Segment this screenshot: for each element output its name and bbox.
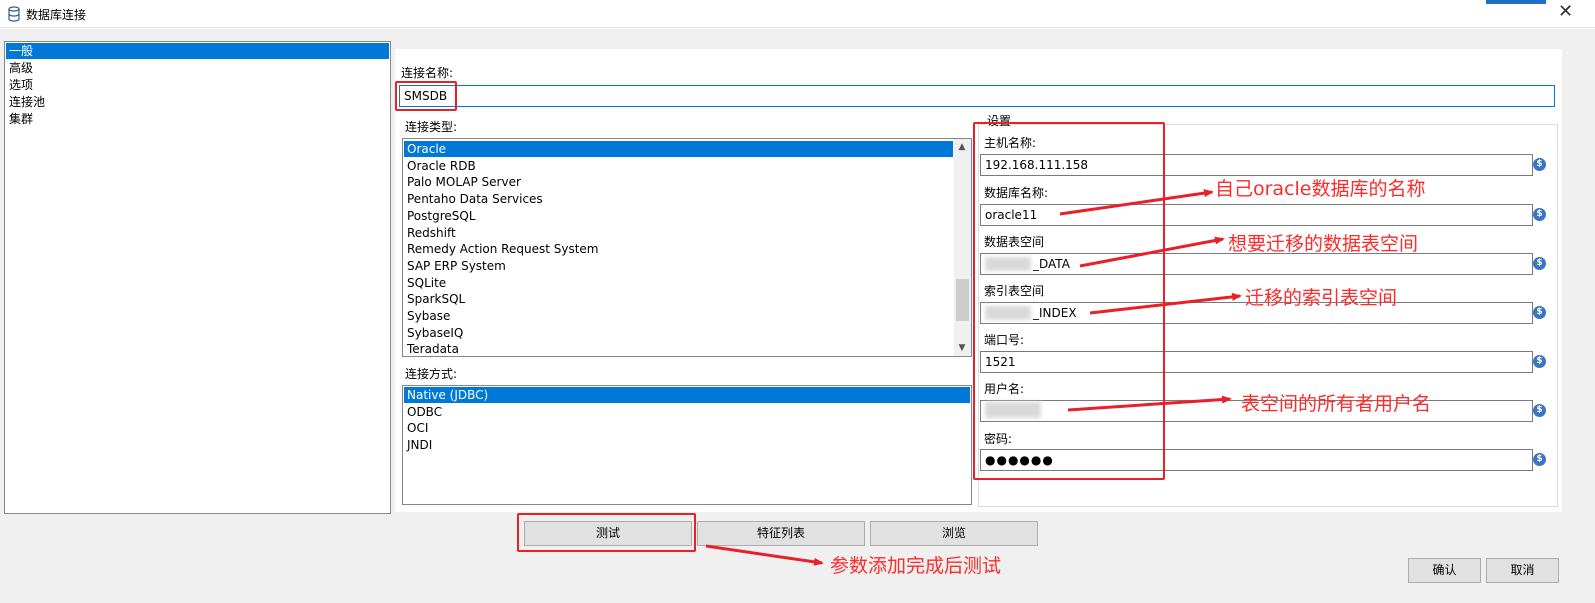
- arrow-owner: [1067, 395, 1232, 412]
- annotation-index-tablespace: 迁移的索引表空间: [1245, 287, 1398, 309]
- annotation-db-name: 自己oracle数据库的名称: [1215, 178, 1426, 200]
- arrow-db-name: [1059, 189, 1214, 216]
- annotation-data-tablespace: 想要迁移的数据表空间: [1228, 233, 1419, 255]
- arrow-test: [705, 544, 824, 566]
- arrow-index-tablespace: [1089, 292, 1242, 315]
- annotation-owner: 表空间的所有者用户名: [1241, 393, 1432, 415]
- arrow-data-tablespace: [1079, 236, 1225, 268]
- annotation-test: 参数添加完成后测试: [830, 555, 1002, 577]
